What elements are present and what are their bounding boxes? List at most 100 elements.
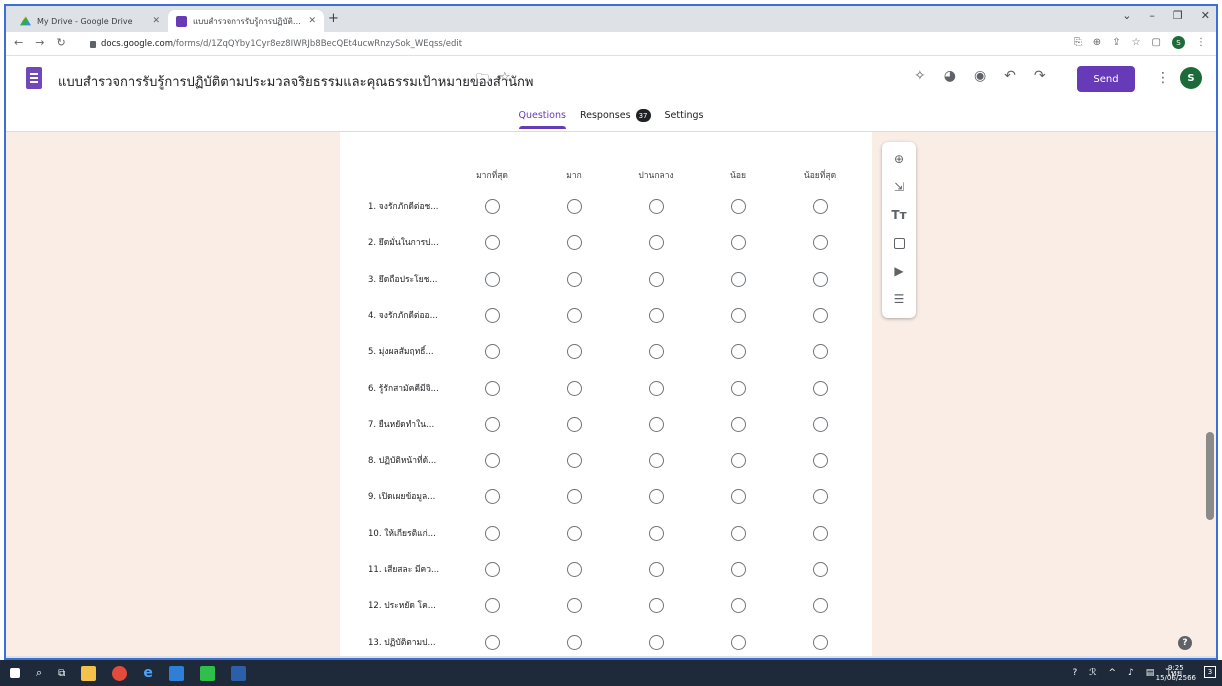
add-question-icon[interactable]: ⊕	[882, 150, 916, 168]
radio-button[interactable]	[567, 562, 582, 577]
radio-button[interactable]	[485, 562, 500, 577]
account-avatar[interactable]: S	[1180, 67, 1202, 89]
radio-button[interactable]	[813, 307, 828, 323]
task-view-icon[interactable]: ⧉	[58, 668, 65, 679]
radio-button[interactable]	[649, 598, 664, 614]
radio-button[interactable]	[567, 380, 582, 396]
radio-button[interactable]	[731, 453, 746, 469]
radio-button[interactable]	[813, 416, 828, 432]
radio-button[interactable]	[649, 525, 664, 541]
network-icon[interactable]: ▤	[1146, 668, 1155, 678]
radio-button[interactable]	[731, 525, 746, 541]
tab-forms[interactable]: แบบสำรวจการรับรู้การปฏิบัติตามประ ✕	[168, 10, 324, 32]
radio-button[interactable]	[731, 271, 746, 287]
scrollbar-thumb[interactable]	[1206, 432, 1214, 520]
windows-start-icon[interactable]	[10, 668, 20, 678]
close-window-button[interactable]: ✕	[1201, 9, 1210, 22]
menu-icon[interactable]: ⋮	[1196, 37, 1206, 48]
close-tab-icon[interactable]: ✕	[308, 16, 316, 26]
radio-button[interactable]	[813, 598, 828, 614]
radio-button[interactable]	[567, 235, 582, 251]
radio-button[interactable]	[731, 344, 746, 360]
radio-button[interactable]	[731, 489, 746, 505]
restore-button[interactable]: ❐	[1173, 9, 1183, 22]
radio-button[interactable]	[485, 235, 500, 251]
send-button[interactable]: Send	[1077, 66, 1135, 92]
tab-search-icon[interactable]: ⌄	[1122, 9, 1131, 22]
radio-button[interactable]	[731, 235, 746, 251]
radio-button[interactable]	[731, 199, 746, 214]
radio-button[interactable]	[485, 307, 500, 323]
help-icon[interactable]: ?	[1178, 636, 1192, 650]
radio-button[interactable]	[567, 199, 582, 214]
tab-settings[interactable]: Settings	[665, 109, 704, 129]
palette-icon[interactable]: ◕	[944, 68, 956, 84]
radio-button[interactable]	[731, 634, 746, 650]
app-icon[interactable]	[168, 665, 184, 681]
radio-button[interactable]	[649, 634, 664, 650]
tab-questions[interactable]: Questions	[518, 109, 567, 129]
reload-icon[interactable]: ↻	[56, 36, 65, 49]
radio-button[interactable]	[567, 598, 582, 614]
radio-button[interactable]	[485, 380, 500, 396]
side-panel-icon[interactable]: ▢	[1152, 37, 1161, 48]
redo-icon[interactable]: ↷	[1034, 68, 1046, 84]
radio-button[interactable]	[567, 416, 582, 432]
url-field[interactable]: docs.google.com/forms/d/1ZqQYby1Cyr8ez8I…	[90, 36, 890, 52]
edge-icon[interactable]: e	[143, 665, 153, 681]
question-card[interactable]: มากที่สุด มาก ปานกลาง น้อย น้อยที่สุด 1. จงรั…	[340, 132, 872, 656]
search-icon[interactable]: ⌕	[36, 666, 42, 680]
radio-button[interactable]	[485, 271, 500, 287]
radio-button[interactable]	[813, 453, 828, 469]
radio-button[interactable]	[485, 525, 500, 541]
radio-button[interactable]	[731, 598, 746, 614]
zoom-icon[interactable]: ⊕	[1093, 37, 1101, 48]
radio-button[interactable]	[813, 562, 828, 577]
chevron-up-icon[interactable]: ^	[1108, 668, 1116, 678]
form-title[interactable]: แบบสำรวจการรับรู้การปฏิบัติตามประมวลจริย…	[58, 71, 533, 92]
back-icon[interactable]: ←	[14, 36, 23, 49]
radio-button[interactable]	[649, 235, 664, 251]
forward-icon[interactable]: →	[35, 36, 44, 49]
add-title-icon[interactable]: Tт	[882, 206, 916, 224]
radio-button[interactable]	[649, 489, 664, 505]
radio-button[interactable]	[485, 199, 500, 214]
addons-icon[interactable]: ✧	[914, 68, 926, 84]
notifications-icon[interactable]: 3	[1204, 666, 1216, 678]
add-section-icon[interactable]: ☰	[882, 290, 916, 308]
radio-button[interactable]	[649, 271, 664, 287]
radio-button[interactable]	[813, 525, 828, 541]
radio-button[interactable]	[485, 489, 500, 505]
tab-responses[interactable]: Responses 37	[580, 109, 651, 129]
radio-button[interactable]	[731, 380, 746, 396]
radio-button[interactable]	[485, 416, 500, 432]
radio-button[interactable]	[649, 307, 664, 323]
word-icon[interactable]	[230, 665, 246, 681]
tab-my-drive[interactable]: My Drive - Google Drive ✕	[12, 10, 168, 32]
new-tab-button[interactable]: +	[328, 11, 339, 26]
radio-button[interactable]	[567, 525, 582, 541]
radio-button[interactable]	[731, 416, 746, 432]
volume-icon[interactable]: ♪	[1128, 668, 1134, 678]
close-tab-icon[interactable]: ✕	[152, 16, 160, 26]
share-icon[interactable]: ⇪	[1112, 37, 1120, 48]
radio-button[interactable]	[649, 199, 664, 214]
radio-button[interactable]	[813, 199, 828, 214]
radio-button[interactable]	[567, 271, 582, 287]
radio-button[interactable]	[813, 489, 828, 505]
import-questions-icon[interactable]: ⇲	[882, 178, 916, 196]
radio-button[interactable]	[567, 634, 582, 650]
radio-button[interactable]	[485, 453, 500, 469]
radio-button[interactable]	[813, 271, 828, 287]
file-explorer-icon[interactable]	[81, 665, 97, 681]
radio-button[interactable]	[485, 598, 500, 614]
radio-button[interactable]	[649, 416, 664, 432]
radio-button[interactable]	[567, 344, 582, 360]
profile-avatar[interactable]: S	[1172, 36, 1185, 49]
radio-button[interactable]	[813, 380, 828, 396]
more-options-icon[interactable]: ⋮	[1156, 70, 1170, 86]
preview-eye-icon[interactable]: ◉	[974, 68, 986, 84]
chrome-icon[interactable]	[112, 665, 128, 681]
radio-button[interactable]	[731, 307, 746, 323]
radio-button[interactable]	[649, 344, 664, 360]
